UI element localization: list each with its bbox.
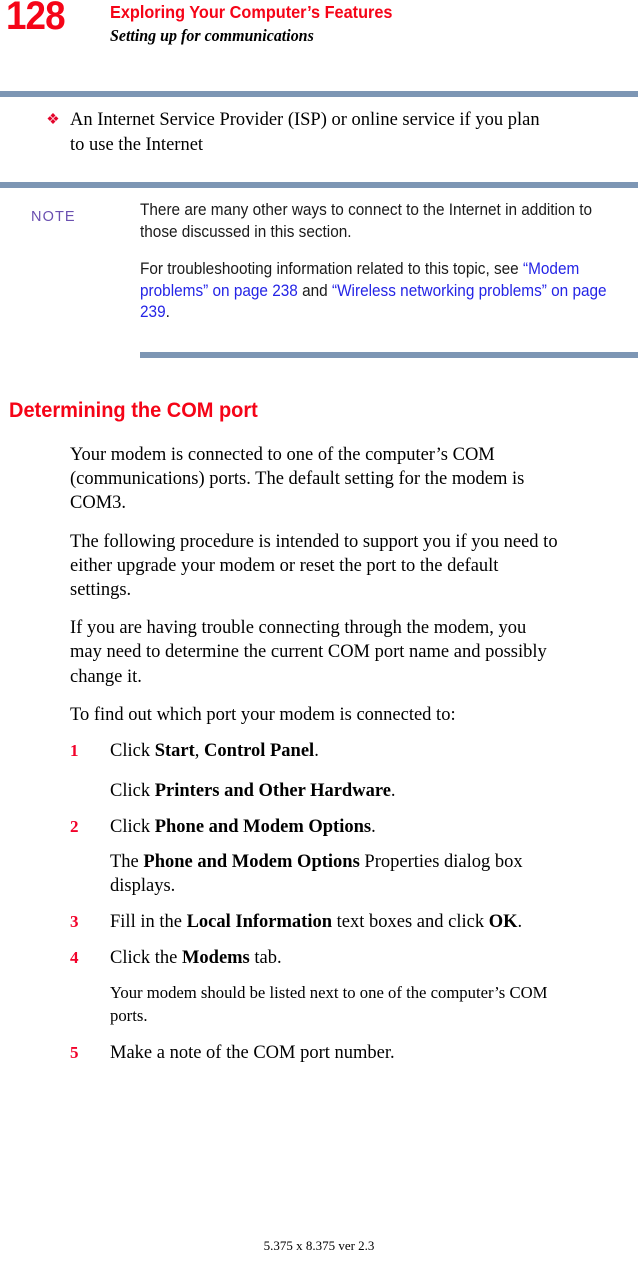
step-bold-2: Control Panel <box>204 741 315 762</box>
note-body: There are many other ways to connect to … <box>140 200 632 324</box>
body-paragraph-3: If you are having trouble connecting thr… <box>70 618 547 687</box>
substep-text: The Phone and Modem Options Properties d… <box>110 850 562 898</box>
step-post: tab. <box>249 948 282 969</box>
header-rule <box>0 91 638 97</box>
chapter-title: Exploring Your Computer’s Features <box>110 2 393 22</box>
step-bold-2: OK <box>488 912 518 933</box>
step-number: 5 <box>70 1043 79 1063</box>
section-heading: Determining the COM port <box>9 398 258 422</box>
step-pre: Click <box>110 741 155 762</box>
note-para2-mid: and <box>297 281 332 300</box>
step-post: . <box>517 912 523 933</box>
step-number: 3 <box>70 912 79 932</box>
section-subtitle: Setting up for communications <box>110 26 314 45</box>
substep-text: Your modem should be listed next to one … <box>110 982 562 1027</box>
diamond-bullet-icon: ❖ <box>46 112 60 128</box>
step-number: 1 <box>70 741 79 761</box>
body-paragraph-4: To find out which port your modem is con… <box>70 704 456 725</box>
bullet-list: ❖ An Internet Service Provider (ISP) or … <box>0 108 638 157</box>
page-number: 128 <box>6 0 66 38</box>
substep-bold: Phone and Modem Options <box>143 851 360 872</box>
step-pre: Click the <box>110 948 182 969</box>
header-titles: Exploring Your Computer’s Features Setti… <box>110 2 414 47</box>
step-pre: Click <box>110 817 155 838</box>
step-mid: , <box>194 741 205 762</box>
note-top-rule <box>0 182 638 188</box>
note-label: NOTE <box>31 209 76 225</box>
page-footer: 5.375 x 8.375 ver 2.3 <box>263 1238 375 1253</box>
step-number: 2 <box>70 817 79 837</box>
substep-text: Click Printers and Other Hardware. <box>110 779 562 803</box>
step-item: 5 Make a note of the COM port number. <box>70 1041 570 1065</box>
step-bold-1: Phone and Modem Options <box>154 817 372 838</box>
page-header: 128 Exploring Your Computer’s Features S… <box>0 0 638 78</box>
step-item: 3 Fill in the Local Information text box… <box>70 910 570 934</box>
step-bold-1: Local Information <box>186 912 333 933</box>
manual-page: 128 Exploring Your Computer’s Features S… <box>0 0 638 1271</box>
step-item: 2 Click Phone and Modem Options. <box>70 815 570 839</box>
body-paragraph-2: The following procedure is intended to s… <box>70 531 558 601</box>
substep-pre: The <box>110 851 144 872</box>
note-paragraph-1: There are many other ways to connect to … <box>140 201 593 241</box>
body-column: Your modem is connected to one of the co… <box>70 443 570 1072</box>
substep-post: . <box>390 781 396 802</box>
step-bold-1: Modems <box>181 948 250 969</box>
substep-bold: Printers and Other Hardware <box>154 781 391 802</box>
step-pre: Fill in the <box>110 912 187 933</box>
substep-pre: Click <box>110 781 155 802</box>
step-item: 4 Click the Modems tab. <box>70 946 570 970</box>
step-bold-1: Start <box>154 741 195 762</box>
step-text: Click Start, Control Panel. <box>110 739 562 763</box>
note-para2-suffix: . <box>165 303 170 321</box>
substep-plain: Your modem should be listed next to one … <box>110 983 548 1025</box>
note-bottom-rule <box>140 352 638 358</box>
step-post: . <box>371 817 376 838</box>
step-post: . <box>314 741 319 762</box>
list-item: ❖ An Internet Service Provider (ISP) or … <box>0 108 638 157</box>
step-text: Make a note of the COM port number. <box>110 1043 395 1064</box>
step-number: 4 <box>70 948 79 968</box>
body-paragraph-1: Your modem is connected to one of the co… <box>70 445 525 514</box>
note-paragraph-2: For troubleshooting information related … <box>140 259 631 324</box>
bullet-item-text: An Internet Service Provider (ISP) or on… <box>70 110 540 155</box>
step-text: Fill in the Local Information text boxes… <box>110 910 562 934</box>
step-item: 1 Click Start, Control Panel. <box>70 739 570 763</box>
step-text: Click the Modems tab. <box>110 946 562 970</box>
step-mid: text boxes and click <box>332 912 489 933</box>
step-text: Click Phone and Modem Options. <box>110 815 562 839</box>
note-para2-prefix: For troubleshooting information related … <box>140 260 523 278</box>
